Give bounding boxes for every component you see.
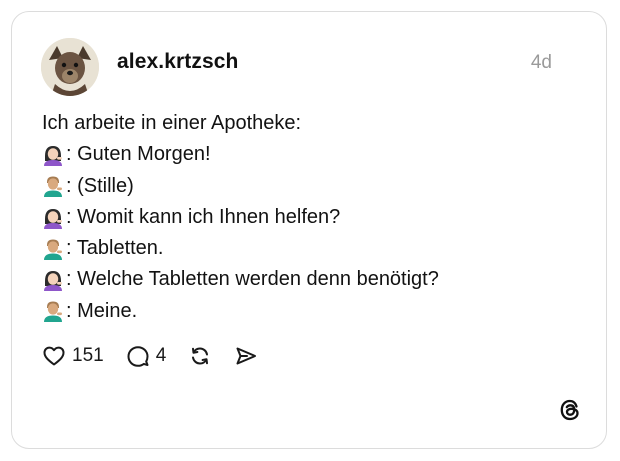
post-line-dialogue: : Tabletten. (42, 233, 439, 264)
post-text: Ich arbeite in einer Apotheke: : Guten M… (42, 108, 439, 327)
share-button[interactable] (234, 344, 258, 368)
woman-tipping-hand-emoji-icon (42, 144, 64, 166)
post-line-text: : Welche Tabletten werden denn benötigt? (66, 268, 439, 291)
woman-tipping-hand-emoji-icon (42, 207, 64, 229)
repost-icon (192, 347, 209, 365)
post-line-text: : (Stille) (66, 174, 134, 197)
share-send-icon (236, 347, 257, 365)
post-line-dialogue: : Welche Tabletten werden denn benötigt? (42, 264, 439, 295)
post-line-text: : Womit kann ich Ihnen helfen? (66, 205, 341, 228)
dog-avatar-icon (41, 38, 99, 96)
heart-icon (43, 346, 65, 366)
man-tipping-hand-emoji-icon (42, 238, 64, 260)
man-tipping-hand-emoji-icon (42, 175, 64, 198)
username[interactable]: alex.krtzsch (117, 50, 238, 74)
post-line-dialogue: : Guten Morgen! (42, 139, 439, 170)
post-line-dialogue: : Meine. (42, 296, 439, 327)
threads-logo-icon[interactable] (557, 397, 583, 428)
post-line-dialogue: : (Stille) (42, 171, 439, 202)
man-tipping-hand-emoji-icon (42, 300, 64, 323)
post-card: alex.krtzsch 4d Ich arbeite in einer Apo… (11, 11, 607, 449)
reply-bubble-icon (127, 346, 149, 367)
like-button[interactable]: 151 (42, 344, 104, 368)
repost-button[interactable] (188, 344, 212, 368)
reply-count: 4 (155, 345, 167, 366)
post-line-text: : Meine. (66, 299, 138, 322)
post-timestamp: 4d (530, 52, 552, 73)
like-count: 151 (72, 345, 104, 366)
woman-tipping-hand-emoji-icon (42, 269, 64, 292)
reply-button[interactable]: 4 (126, 344, 167, 368)
post-line-dialogue: : Womit kann ich Ihnen helfen? (42, 202, 439, 233)
post-line-intro: Ich arbeite in einer Apotheke: (42, 108, 439, 139)
post-line-text: : Guten Morgen! (66, 143, 211, 166)
post-line-text: Ich arbeite in einer Apotheke: (42, 112, 302, 134)
post-line-text: : Tabletten. (66, 237, 164, 260)
avatar[interactable] (41, 38, 99, 96)
post-actions: 151 4 (42, 344, 280, 368)
